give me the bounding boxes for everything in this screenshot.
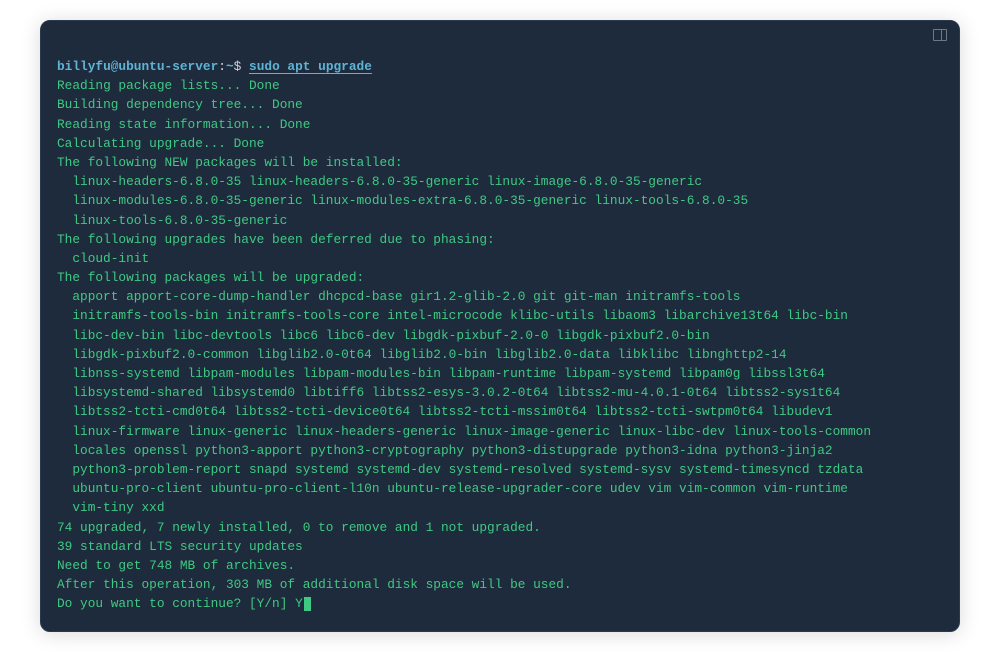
user-input: Y bbox=[295, 596, 303, 611]
package-line: locales openssl python3-apport python3-c… bbox=[57, 441, 943, 460]
titlebar bbox=[41, 21, 959, 51]
output-line: The following NEW packages will be insta… bbox=[57, 153, 943, 172]
package-line: libtss2-tcti-cmd0t64 libtss2-tcti-device… bbox=[57, 402, 943, 421]
package-line: linux-modules-6.8.0-35-generic linux-mod… bbox=[57, 191, 943, 210]
terminal-body[interactable]: billyfu@ubuntu-server:~$ sudo apt upgrad… bbox=[41, 51, 959, 631]
package-line: libc-dev-bin libc-devtools libc6 libc6-d… bbox=[57, 326, 943, 345]
package-line: libnss-systemd libpam-modules libpam-mod… bbox=[57, 364, 943, 383]
package-line: python3-problem-report snapd systemd sys… bbox=[57, 460, 943, 479]
prompt-separator: : bbox=[218, 59, 226, 74]
output-line: After this operation, 303 MB of addition… bbox=[57, 575, 943, 594]
prompt-path: ~ bbox=[226, 59, 234, 74]
package-line: libgdk-pixbuf2.0-common libglib2.0-0t64 … bbox=[57, 345, 943, 364]
prompt-line: billyfu@ubuntu-server:~$ sudo apt upgrad… bbox=[57, 57, 943, 76]
output-line: 39 standard LTS security updates bbox=[57, 537, 943, 556]
output-line: Reading state information... Done bbox=[57, 115, 943, 134]
package-line: apport apport-core-dump-handler dhcpcd-b… bbox=[57, 287, 943, 306]
package-line: linux-firmware linux-generic linux-heade… bbox=[57, 422, 943, 441]
output-line: Building dependency tree... Done bbox=[57, 95, 943, 114]
terminal-window: billyfu@ubuntu-server:~$ sudo apt upgrad… bbox=[40, 20, 960, 632]
output-line: The following packages will be upgraded: bbox=[57, 268, 943, 287]
package-line: libsystemd-shared libsystemd0 libtiff6 l… bbox=[57, 383, 943, 402]
command-text: sudo apt upgrade bbox=[249, 59, 372, 74]
package-line: linux-tools-6.8.0-35-generic bbox=[57, 211, 943, 230]
prompt-question: Do you want to continue? [Y/n] bbox=[57, 596, 295, 611]
prompt-symbol: $ bbox=[234, 59, 242, 74]
package-line: cloud-init bbox=[57, 249, 943, 268]
output-line: The following upgrades have been deferre… bbox=[57, 230, 943, 249]
package-line: initramfs-tools-bin initramfs-tools-core… bbox=[57, 306, 943, 325]
package-line: linux-headers-6.8.0-35 linux-headers-6.8… bbox=[57, 172, 943, 191]
panel-icon[interactable] bbox=[933, 29, 947, 41]
cursor bbox=[304, 597, 311, 611]
output-line: 74 upgraded, 7 newly installed, 0 to rem… bbox=[57, 518, 943, 537]
output-line: Reading package lists... Done bbox=[57, 76, 943, 95]
output-line: Need to get 748 MB of archives. bbox=[57, 556, 943, 575]
continue-prompt[interactable]: Do you want to continue? [Y/n] Y bbox=[57, 594, 943, 613]
output-line: Calculating upgrade... Done bbox=[57, 134, 943, 153]
prompt-user: billyfu@ubuntu-server bbox=[57, 59, 218, 74]
package-line: ubuntu-pro-client ubuntu-pro-client-l10n… bbox=[57, 479, 943, 498]
package-line: vim-tiny xxd bbox=[57, 498, 943, 517]
